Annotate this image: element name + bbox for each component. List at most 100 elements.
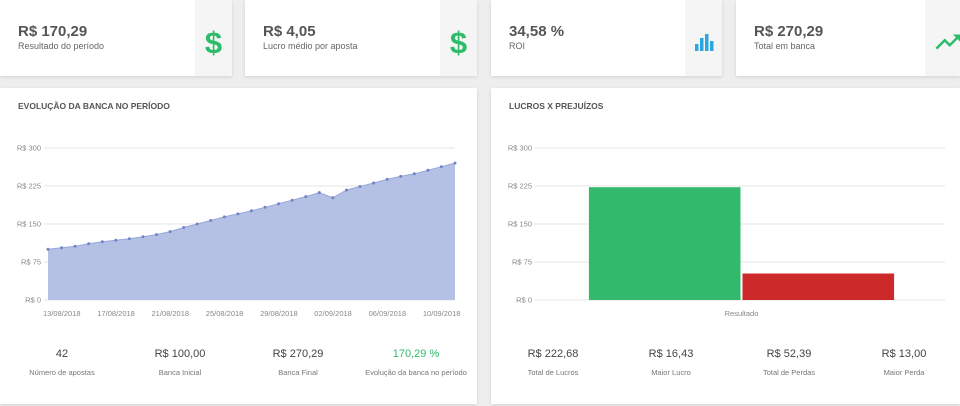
x-tick-label: Resultado	[725, 309, 759, 318]
card-icon-box	[685, 0, 722, 76]
dollar-icon: $	[449, 24, 468, 60]
data-point	[358, 185, 362, 188]
stat-card-avg-profit: R$ 4,05 Lucro médio por aposta $	[245, 0, 477, 76]
card-value: R$ 270,29	[754, 23, 824, 40]
y-tick-label: R$ 0	[25, 296, 41, 305]
data-point	[250, 209, 253, 213]
data-point	[100, 240, 104, 244]
y-tick-label: R$ 0	[516, 296, 532, 305]
data-point	[209, 219, 213, 222]
data-point	[46, 247, 50, 251]
y-tick-label: R$ 225	[17, 182, 41, 191]
stat-value: R$ 16,43	[648, 348, 694, 360]
stat-label: Maior Perda	[883, 368, 925, 377]
data-point	[263, 205, 267, 209]
card-label: ROI	[509, 41, 526, 51]
data-point	[304, 195, 308, 199]
x-tick-label: 02/09/2018	[314, 309, 352, 318]
card-value: R$ 170,29	[18, 23, 88, 40]
data-point	[426, 168, 430, 172]
y-tick-label: R$ 150	[17, 220, 41, 229]
card-value: 34,58 %	[509, 23, 565, 40]
card-value: R$ 4,05	[263, 23, 316, 40]
data-point	[277, 202, 281, 206]
stat-card-bankroll: R$ 270,29 Total em banca	[736, 0, 960, 76]
card-label: Resultado do período	[18, 41, 105, 51]
dollar-icon: $	[204, 24, 223, 60]
x-tick-label: 13/08/2018	[43, 309, 81, 318]
data-point	[290, 198, 294, 202]
data-point	[385, 177, 389, 181]
panel-title: EVOLUÇÃO DA BANCA NO PERÍODO	[18, 101, 170, 111]
evolution-chart: R$ 0 R$ 75 R$ 150 R$ 225 R$ 300 13/08/2018 17/…	[17, 144, 461, 319]
area-fill	[48, 163, 455, 300]
summary-stat-max-profit: R$ 16,43 Maior Lucro	[612, 346, 730, 378]
data-point	[412, 172, 416, 176]
stat-label: Banca Inicial	[158, 368, 202, 377]
summary-stat-total-loss: R$ 52,39 Total de Perdas	[730, 346, 848, 378]
evolution-panel: EVOLUÇÃO DA BANCA NO PERÍODO R$ 0 R$ 75 R$…	[0, 88, 477, 404]
card-label: Total em banca	[754, 41, 816, 51]
summary-stat-total-profit: R$ 222,68 Total de Lucros	[494, 346, 612, 378]
x-tick-label: 10/09/2018	[423, 309, 461, 318]
summary-stat-bank-growth: 170,29 % Evolução da banca no período	[357, 346, 475, 378]
x-tick-label: 06/09/2018	[369, 309, 407, 318]
stat-label: Banca Final	[278, 368, 318, 377]
stat-value: R$ 100,00	[154, 348, 206, 360]
x-tick-label: 25/08/2018	[206, 309, 244, 318]
loss-bar	[742, 273, 895, 300]
summary-stat-max-loss: R$ 13,00 Maior Perda	[848, 346, 960, 378]
card-icon-box	[925, 0, 960, 76]
x-tick-label: 17/08/2018	[97, 309, 135, 318]
y-tick-label: R$ 75	[21, 258, 41, 267]
stat-value: 42	[55, 348, 69, 360]
data-point	[168, 230, 172, 234]
data-point	[236, 212, 240, 216]
bar-chart-icon	[694, 34, 713, 51]
stat-label: Maior Lucro	[651, 368, 691, 377]
stat-value: R$ 222,68	[527, 348, 579, 360]
card-label: Lucro médio por aposta	[263, 41, 358, 51]
data-point	[114, 238, 118, 242]
data-point	[87, 242, 91, 246]
data-point	[372, 181, 376, 185]
summary-stats: 42 Número de apostas R$ 100,00 Banca Ini…	[3, 346, 475, 378]
data-point	[317, 191, 321, 195]
data-point	[141, 235, 145, 239]
y-tick-label: R$ 300	[508, 144, 532, 153]
x-tick-label: 21/08/2018	[152, 309, 190, 318]
data-point	[195, 222, 199, 226]
y-tick-label: R$ 75	[512, 258, 532, 267]
data-point	[439, 165, 443, 169]
panel-title: LUCROS X PREJUÍZOS	[509, 101, 604, 111]
profit-bar	[588, 187, 741, 300]
data-point	[60, 246, 64, 250]
profit-loss-panel: LUCROS X PREJUÍZOS R$ 0 R$ 75 R$ 150 R$ 225…	[491, 88, 960, 404]
y-tick-label: R$ 150	[508, 220, 532, 229]
stat-value: 170,29 %	[392, 348, 440, 360]
card-icon-box: $	[440, 0, 477, 76]
stat-label: Número de apostas	[29, 368, 95, 377]
data-point	[127, 237, 131, 241]
data-point	[399, 174, 403, 178]
summary-stats: R$ 222,68 Total de Lucros R$ 16,43 Maior…	[494, 346, 960, 378]
summary-stat-initial-bank: R$ 100,00 Banca Inicial	[121, 346, 239, 378]
card-icon-box: $	[195, 0, 232, 76]
stat-label: Total de Lucros	[527, 368, 579, 377]
x-tick-label: 29/08/2018	[260, 309, 298, 318]
data-point	[222, 215, 226, 219]
data-point	[182, 226, 186, 229]
data-point	[73, 244, 77, 248]
data-point	[331, 196, 335, 200]
stat-card-period-result: R$ 170,29 Resultado do período $	[0, 0, 232, 76]
profit-loss-chart: R$ 0 R$ 75 R$ 150 R$ 225 R$ 300 Resultado	[508, 144, 945, 318]
data-point	[453, 161, 457, 165]
y-tick-label: R$ 225	[508, 182, 532, 191]
stat-value: R$ 52,39	[766, 348, 812, 360]
stat-value: R$ 270,29	[272, 348, 324, 360]
stat-label: Evolução da banca no período	[365, 368, 467, 377]
summary-stat-final-bank: R$ 270,29 Banca Final	[239, 346, 357, 378]
data-point	[155, 233, 158, 237]
stat-value: R$ 13,00	[881, 348, 927, 360]
summary-stat-bet-count: 42 Número de apostas	[3, 346, 121, 378]
